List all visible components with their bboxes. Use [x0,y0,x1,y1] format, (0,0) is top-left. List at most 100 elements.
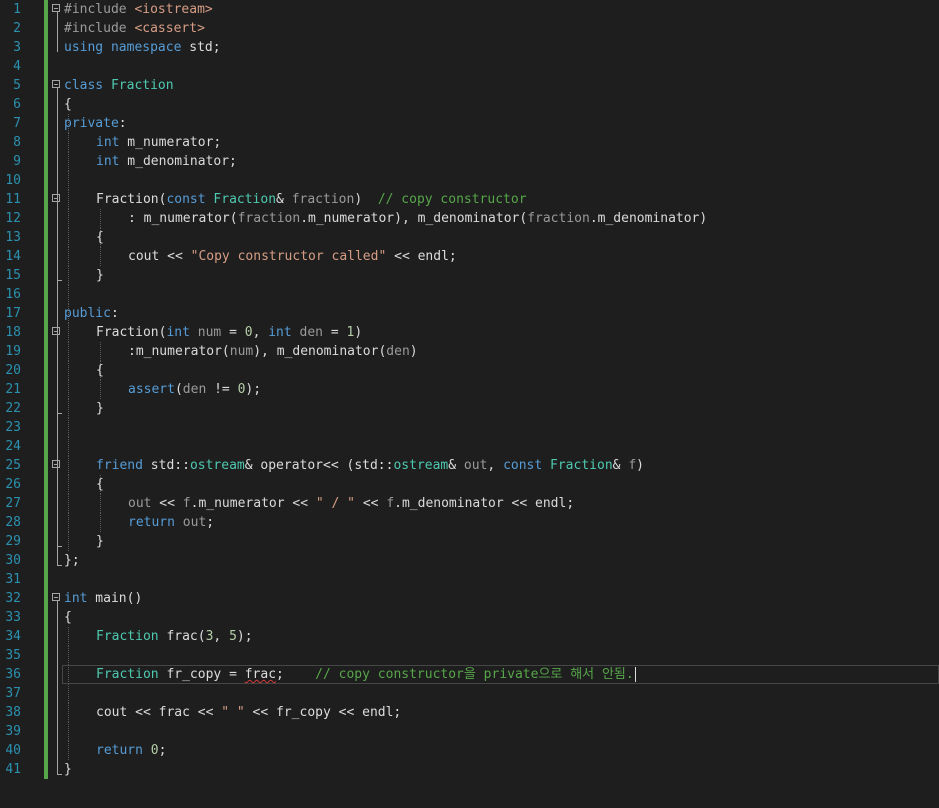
code-text[interactable]: { [64,95,72,114]
code-text[interactable]: out << f.m_numerator << " / " << f.m_den… [128,494,574,513]
code-text[interactable]: } [96,399,104,418]
code-line[interactable]: 11 Fraction(const Fraction& fraction) // … [0,190,939,209]
code-line[interactable]: 25 friend std::ostream& operator<< (std::… [0,456,939,475]
code-text[interactable]: assert(den != 0); [128,380,261,399]
code-text[interactable]: return out; [128,513,214,532]
code-line[interactable]: 10 [0,171,939,190]
code-line[interactable]: 8 int m_numerator; [0,133,939,152]
code-text[interactable]: : m_numerator(fraction.m_numerator), m_d… [128,209,707,228]
code-line[interactable]: 16 [0,285,939,304]
collapse-icon[interactable] [52,327,60,335]
code-token: << [151,496,183,511]
code-line[interactable]: 35 [0,646,939,665]
code-line[interactable]: 15} [0,266,939,285]
change-indicator [44,760,48,779]
code-line[interactable]: 41} [0,760,939,779]
code-text[interactable]: Fraction(const Fraction& fraction) // co… [96,190,527,209]
code-line[interactable]: 12: m_numerator(fraction.m_numerator), m… [0,209,939,228]
collapse-icon[interactable] [52,80,60,88]
code-line[interactable]: 30}; [0,551,939,570]
code-line[interactable]: 5 class Fraction [0,76,939,95]
code-line[interactable]: 14 cout << "Copy constructor called" << e… [0,247,939,266]
code-line[interactable]: 36 Fraction fr_copy = frac; // copy const… [0,665,939,684]
code-text[interactable]: } [96,532,104,551]
collapse-icon[interactable] [52,593,60,601]
code-text[interactable]: { [64,608,72,627]
indent-guide [68,741,69,760]
code-text[interactable]: #include <iostream> [64,0,213,19]
code-line[interactable]: 23 [0,418,939,437]
line-number: 32 [5,591,21,606]
collapse-icon[interactable] [52,4,60,12]
code-text[interactable]: return 0; [96,741,166,760]
code-text[interactable]: int m_denominator; [96,152,237,171]
code-line[interactable]: 19:m_numerator(num), m_denominator(den) [0,342,939,361]
code-line[interactable]: 29} [0,532,939,551]
code-text[interactable]: class Fraction [64,76,174,95]
collapse-icon[interactable] [52,194,60,202]
code-text[interactable]: :m_numerator(num), m_denominator(den) [128,342,418,361]
code-text[interactable]: #include <cassert> [64,19,205,38]
code-line[interactable]: 22} [0,399,939,418]
code-text[interactable]: Fraction frac(3, 5); [96,627,253,646]
code-text[interactable]: friend std::ostream& operator<< (std::os… [96,456,644,475]
code-token: .m_numerator << [190,496,316,511]
code-line[interactable]: 31 [0,570,939,589]
code-line[interactable]: 34 Fraction frac(3, 5); [0,627,939,646]
line-number: 16 [5,287,21,302]
code-line[interactable]: 40 return 0; [0,741,939,760]
code-token: .m_denominator) [589,211,708,226]
code-line[interactable]: 27 out << f.m_numerator << " / " << f.m_d… [0,494,939,513]
change-indicator [44,19,48,38]
indent-guide [68,342,69,361]
code-line[interactable]: 32 int main() [0,589,939,608]
code-line[interactable]: 20 { [0,361,939,380]
code-text[interactable]: { [96,475,104,494]
code-line[interactable]: 21 assert(den != 0); [0,380,939,399]
code-text[interactable]: private: [64,114,127,133]
change-indicator [44,722,48,741]
code-line[interactable]: 39 [0,722,939,741]
change-indicator [44,361,48,380]
code-line[interactable]: 38 cout << frac << " " << fr_copy << endl… [0,703,939,722]
code-line[interactable]: 18 Fraction(int num = 0, int den = 1) [0,323,939,342]
code-token: != [206,382,238,397]
code-token: 5 [229,629,237,644]
code-token: Fraction [96,667,159,682]
code-editor[interactable]: 1 #include <iostream> 2 #include <cassert> 3… [0,0,939,808]
code-line[interactable]: 4 [0,57,939,76]
code-text[interactable]: Fraction(int num = 0, int den = 1) [96,323,362,342]
code-line[interactable]: 17 public: [0,304,939,323]
code-text[interactable]: using namespace std; [64,38,221,57]
code-text[interactable]: Fraction fr_copy = frac; // copy constru… [96,665,634,684]
code-line[interactable]: 3 using namespace std; [0,38,939,57]
code-line[interactable]: 6{ [0,95,939,114]
code-token: public [64,306,111,321]
code-line[interactable]: 7 private: [0,114,939,133]
code-line[interactable]: 33 { [0,608,939,627]
code-line[interactable]: 9 int m_denominator; [0,152,939,171]
line-number: 10 [5,173,21,188]
code-line[interactable]: 37 [0,684,939,703]
code-text[interactable]: } [96,266,104,285]
code-token: : m_numerator( [128,211,238,226]
code-token: :m_numerator( [128,344,230,359]
code-text[interactable]: } [64,760,72,779]
indent-guide [68,418,69,437]
code-text[interactable]: { [96,228,104,247]
code-text[interactable]: cout << frac << " " << fr_copy << endl; [96,703,401,722]
collapse-icon[interactable] [52,460,60,468]
code-line[interactable]: 26 { [0,475,939,494]
code-line[interactable]: 28 return out; [0,513,939,532]
code-line[interactable]: 24 [0,437,939,456]
code-text[interactable]: int main() [64,589,142,608]
code-text[interactable]: cout << "Copy constructor called" << end… [128,247,457,266]
code-text[interactable]: int m_numerator; [96,133,221,152]
code-line[interactable]: 2 #include <cassert> [0,19,939,38]
code-text[interactable]: public: [64,304,119,323]
code-line[interactable]: 13 { [0,228,939,247]
code-text[interactable]: }; [64,551,80,570]
code-text[interactable]: { [96,361,104,380]
code-line[interactable]: 1 #include <iostream> [0,0,939,19]
